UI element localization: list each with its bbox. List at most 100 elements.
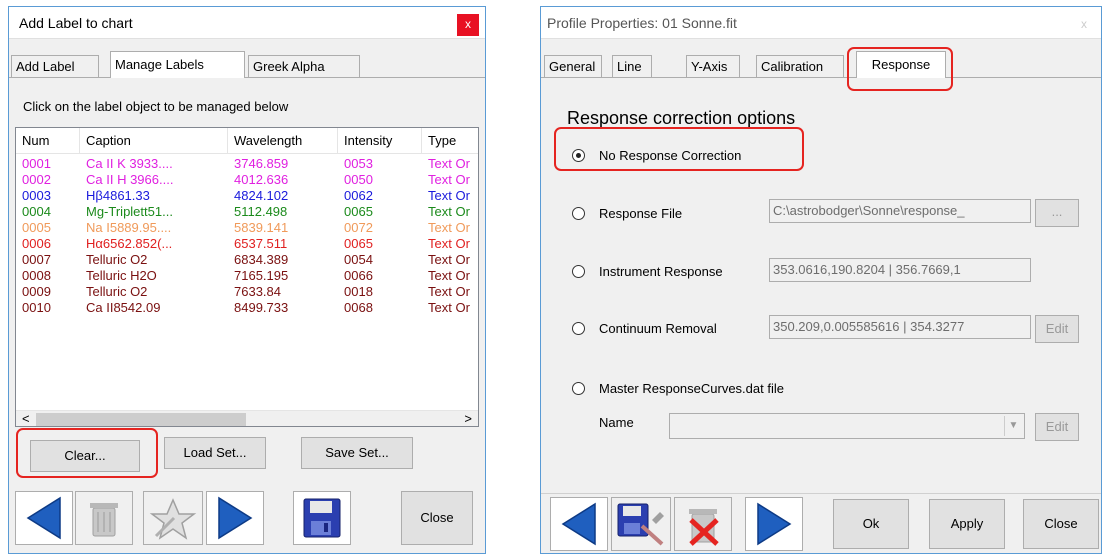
col-wavelength[interactable]: Wavelength (228, 128, 338, 154)
cell-num: 0001 (22, 156, 51, 171)
cell-num: 0008 (22, 268, 51, 283)
cell-num: 0007 (22, 252, 51, 267)
col-type[interactable]: Type (422, 128, 478, 154)
browse-button[interactable]: ... (1035, 199, 1079, 227)
tab-calibration[interactable]: Calibration (756, 55, 844, 77)
save-settings-button[interactable] (611, 497, 671, 551)
col-num[interactable]: Num (16, 128, 80, 154)
col-caption[interactable]: Caption (80, 128, 228, 154)
load-set-button[interactable]: Load Set... (164, 437, 266, 469)
chevron-down-icon: ▼ (1004, 416, 1022, 436)
cell-wavelength: 7633.84 (234, 284, 281, 299)
cell-num: 0003 (22, 188, 51, 203)
save-set-button[interactable]: Save Set... (301, 437, 413, 469)
table-row[interactable]: 0003 Hβ4861.33 4824.102 0062 Text Or (16, 188, 478, 204)
cell-caption: Ca II8542.09 (86, 300, 161, 315)
tab-greek-alpha[interactable]: Greek Alpha (248, 55, 360, 77)
title-bar: Add Label to chart x (9, 7, 485, 39)
cell-type: Text Or (428, 204, 470, 219)
instruction-text: Click on the label object to be managed … (23, 99, 289, 114)
table-row[interactable]: 0005 Na I5889.95.... 5839.141 0072 Text Or (16, 220, 478, 236)
wizard-button[interactable] (143, 491, 203, 545)
title-bar: Profile Properties: 01 Sonne.fit x (541, 7, 1101, 39)
radio-no-response[interactable] (572, 149, 585, 162)
table-row[interactable]: 0010 Ca II8542.09 8499.733 0068 Text Or (16, 300, 478, 316)
master-response-label[interactable]: Master ResponseCurves.dat file (599, 381, 784, 396)
list-header: Num Caption Wavelength Intensity Type (16, 128, 478, 154)
table-row[interactable]: 0001 Ca II K 3933.... 3746.859 0053 Text Or (16, 156, 478, 172)
close-button[interactable]: Close (1023, 499, 1099, 549)
previous-button[interactable] (550, 497, 608, 551)
scroll-left-arrow[interactable]: < (22, 411, 30, 426)
tab-divider (9, 77, 485, 78)
continuum-removal-label[interactable]: Continuum Removal (599, 321, 717, 336)
floppy-disk-icon (303, 498, 341, 538)
scroll-thumb[interactable] (36, 413, 246, 426)
cell-caption: Hβ4861.33 (86, 188, 150, 203)
table-row[interactable]: 0004 Mg-Triplett51... 5112.498 0065 Text Or (16, 204, 478, 220)
cell-wavelength: 6537.511 (234, 236, 288, 251)
cell-num: 0006 (22, 236, 51, 251)
close-x-button[interactable]: x (457, 14, 479, 36)
right-arrow-icon (757, 502, 792, 546)
cell-wavelength: 7165.195 (234, 268, 289, 283)
ok-button[interactable]: Ok (833, 499, 909, 549)
response-file-label[interactable]: Response File (599, 206, 682, 221)
table-row[interactable]: 0002 Ca II H 3966.... 4012.636 0050 Text Or (16, 172, 478, 188)
horizontal-scrollbar[interactable]: < > (16, 410, 478, 426)
apply-button[interactable]: Apply (929, 499, 1005, 549)
clear-button[interactable]: Clear... (30, 440, 140, 472)
previous-button[interactable] (15, 491, 73, 545)
cell-type: Text Or (428, 188, 470, 203)
table-row[interactable]: 0009 Telluric O2 7633.84 0018 Text Or (16, 284, 478, 300)
tab-general[interactable]: General (544, 55, 602, 77)
dialog-title: Add Label to chart (19, 15, 133, 31)
radio-master-response[interactable] (572, 382, 585, 395)
cell-type: Text Or (428, 220, 470, 235)
radio-continuum-removal[interactable] (572, 322, 585, 335)
add-label-dialog: Add Label to chart x Add Label Manage La… (8, 6, 486, 554)
tab-response[interactable]: Response (856, 51, 946, 78)
continuum-removal-field[interactable]: 350.209,0.005585616 | 354.3277 (769, 315, 1031, 339)
edit-continuum-button[interactable]: Edit (1035, 315, 1079, 343)
tab-add-label[interactable]: Add Label (11, 55, 99, 77)
delete-settings-button[interactable] (674, 497, 732, 551)
cell-wavelength: 8499.733 (234, 300, 289, 315)
cell-wavelength: 4012.636 (234, 172, 289, 187)
cell-num: 0005 (22, 220, 51, 235)
close-button[interactable]: Close (401, 491, 473, 545)
scroll-right-arrow[interactable]: > (464, 411, 472, 426)
edit-name-button[interactable]: Edit (1035, 413, 1079, 441)
cell-caption: Ca II H 3966.... (86, 172, 174, 187)
instrument-response-label[interactable]: Instrument Response (599, 264, 723, 279)
floppy-disk-icon (617, 503, 664, 546)
next-button[interactable] (745, 497, 803, 551)
cell-num: 0010 (22, 300, 51, 315)
close-x-button[interactable]: x (1073, 14, 1095, 36)
cell-intensity: 0062 (344, 188, 373, 203)
save-button[interactable] (293, 491, 351, 545)
tab-manage-labels[interactable]: Manage Labels (110, 51, 245, 78)
radio-response-file[interactable] (572, 207, 585, 220)
left-arrow-icon (561, 502, 596, 546)
name-label: Name (599, 415, 634, 430)
delete-label-button[interactable] (75, 491, 133, 545)
labels-list[interactable]: Num Caption Wavelength Intensity Type 00… (15, 127, 479, 427)
cell-num: 0002 (22, 172, 51, 187)
instrument-response-field[interactable]: 353.0616,190.8204 | 356.7669,1 (769, 258, 1031, 282)
tab-divider (541, 77, 1101, 78)
tab-y-axis[interactable]: Y-Axis (686, 55, 740, 77)
no-response-label[interactable]: No Response Correction (599, 148, 741, 163)
next-button[interactable] (206, 491, 264, 545)
col-intensity[interactable]: Intensity (338, 128, 422, 154)
cell-caption: Telluric O2 (86, 284, 148, 299)
response-file-field[interactable]: C:\astrobodger\Sonne\response_ (769, 199, 1031, 223)
delete-icon (689, 509, 719, 546)
cell-wavelength: 3746.859 (234, 156, 289, 171)
table-row[interactable]: 0008 Telluric H2O 7165.195 0066 Text Or (16, 268, 478, 284)
radio-instrument-response[interactable] (572, 265, 585, 278)
tab-line[interactable]: Line (612, 55, 652, 77)
name-select[interactable]: ▼ (669, 413, 1025, 439)
table-row[interactable]: 0007 Telluric O2 6834.389 0054 Text Or (16, 252, 478, 268)
table-row[interactable]: 0006 Hα6562.852(... 6537.511 0065 Text Or (16, 236, 478, 252)
